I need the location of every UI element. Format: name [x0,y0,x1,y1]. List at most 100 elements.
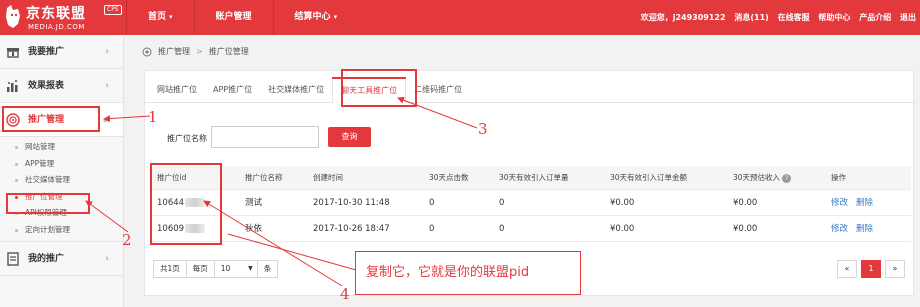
annotation-box-chat-tab [341,69,417,107]
col-header: 30天点击数 [429,173,469,182]
top-nav: 首页 ▾ 账户管理 结算中心 ▾ [126,0,358,35]
search-label: 推广位名称 [167,134,207,143]
col-header: 30天预估收入 [733,173,781,182]
annotation-callout: 复制它，它就是你的联盟pid [355,251,581,295]
sidebar-group-label: 我的推广 [28,254,65,264]
nav-settlement[interactable]: 结算中心 ▾ [272,0,359,35]
sidebar-item-app[interactable]: APP管理 [0,156,123,173]
per-page-label: 每页 [185,260,215,278]
annotation-box-adslot [6,193,90,214]
sidebar-item-social[interactable]: 社交媒体管理 [0,172,123,189]
messages-link[interactable]: 消息(11) [734,13,768,22]
edit-link[interactable]: 修改 [831,224,848,234]
col-header: 30天有效引入订单量 [499,173,569,182]
sidebar-group-my[interactable]: 我的推广 › [0,242,123,276]
bullet-icon [15,179,18,182]
sidebar-item-label: 定向计划管理 [25,224,70,234]
help-center-link[interactable]: 帮助中心 [818,13,850,22]
logout-link[interactable]: 退出 [900,13,916,22]
clicks: 0 [429,224,435,234]
logo-text: 京东联盟 [26,6,86,22]
pagination: « 1 » [833,260,905,278]
edit-link[interactable]: 修改 [831,198,848,208]
col-header: 30天有效引入订单金额 [610,173,688,182]
chevron-right-icon: › [105,81,109,91]
table-row: 10609 秋依 2017-10-26 18:47 0 0 ¥0.00 ¥0.0… [149,216,911,242]
delete-link[interactable]: 删除 [856,224,873,234]
chevron-down-icon: ▾ [333,13,338,21]
created-time: 2017-10-30 11:48 [313,198,390,208]
home-icon[interactable] [142,47,152,57]
sidebar-item-site[interactable]: 网站管理 [0,139,123,156]
adslot-table: 推广位id 推广位名称 创建时间 30天点击数 30天有效引入订单量 30天有效… [149,166,911,242]
sidebar-item-label: APP管理 [25,158,55,168]
clicks: 0 [429,198,435,208]
chevron-right-icon: › [105,47,109,57]
nav-account[interactable]: 账户管理 [193,0,273,35]
annotation-number-4: 4 [340,285,350,303]
row-actions: 修改 删除 [831,190,881,215]
jd-union-logo[interactable]: 京东联盟 CPS MEDIA.JD.COM [0,0,126,35]
help-icon[interactable]: ? [782,173,792,183]
est-income: ¥0.00 [733,198,758,208]
sidebar-item-targeted[interactable]: 定向计划管理 [0,222,123,239]
breadcrumb-separator-icon: > [196,47,203,56]
logo-domain: MEDIA.JD.COM [28,23,85,31]
nav-home[interactable]: 首页 ▾ [126,0,194,35]
sidebar: 我要推广 › 效果报表 › 推广管理 ⌄ 网站管理 APP管理 社交媒体管理 推… [0,35,124,307]
list-icon [7,252,19,266]
nav-account-label: 账户管理 [215,12,252,22]
welcome-text: 欢迎您，j249309122 [640,13,726,22]
nav-settlement-label: 结算中心 [294,12,331,22]
col-header: 操作 [831,173,846,182]
sidebar-group-promote[interactable]: 我要推广 › [0,35,123,69]
annotation-number-1: 1 [148,108,158,126]
total-pages: 共1页 [153,260,187,278]
col-header: 创建时间 [313,173,343,182]
annotation-number-3: 3 [478,120,488,138]
annotation-box-id-column [150,163,222,245]
order-amount: ¥0.00 [610,224,635,234]
adslot-tabs: 网站推广位 APP推广位 社交媒体推广位 聊天工具推广位 二维码推广位 [145,77,915,104]
tab-social[interactable]: 社交媒体推广位 [260,77,332,103]
nav-home-label: 首页 [148,12,167,22]
breadcrumb-current: 推广位管理 [208,47,249,56]
breadcrumb-root[interactable]: 推广管理 [158,46,190,57]
tab-website[interactable]: 网站推广位 [149,77,205,103]
tab-app[interactable]: APP推广位 [205,77,260,103]
sidebar-item-label: 网站管理 [25,142,55,151]
chevron-down-icon: ▼ [248,265,253,272]
bar-chart-icon [7,80,18,92]
top-bar: 京东联盟 CPS MEDIA.JD.COM 首页 ▾ 账户管理 结算中心 ▾ 欢迎您… [0,0,920,35]
sidebar-group-reports[interactable]: 效果报表 › [0,69,123,103]
logo-badge: CPS [104,5,122,15]
created-time: 2017-10-26 18:47 [313,224,390,234]
chevron-down-icon: ▾ [169,13,173,21]
est-income: ¥0.00 [733,224,758,234]
adslot-name-input[interactable] [211,126,319,148]
annotation-box-manage [2,106,100,132]
query-button[interactable]: 查询 [328,127,371,147]
sidebar-group-label: 我要推广 [28,47,65,57]
sidebar-sub-list: 网站管理 APP管理 社交媒体管理 推广位管理 API权限管理 定向计划管理 [0,137,123,242]
sidebar-group-label: 效果报表 [28,81,65,91]
per-page-unit: 条 [256,260,279,278]
adslot-name: 测试 [245,198,263,208]
delete-link[interactable]: 删除 [856,198,873,208]
online-service-link[interactable]: 在线客服 [778,13,810,22]
next-page-button[interactable]: » [885,260,905,278]
user-bar: 欢迎您，j249309122 消息(11) 在线客服 帮助中心 产品介绍 退出 [635,0,916,35]
page-size-select[interactable]: 10 ▼ [213,260,258,278]
chevron-down-icon: ⌄ [101,115,109,125]
order-amount: ¥0.00 [610,198,635,208]
page-size-control: 共1页 每页 10 ▼ 条 [153,260,279,278]
row-actions: 修改 删除 [831,216,881,241]
adslot-name: 秋依 [245,224,263,234]
col-header: 推广位名称 [245,173,283,182]
product-intro-link[interactable]: 产品介绍 [859,13,891,22]
orders: 0 [499,224,505,234]
page-1-button[interactable]: 1 [861,260,881,278]
col-header-income: 30天预估收入? [733,166,792,189]
prev-page-button[interactable]: « [837,260,857,278]
orders: 0 [499,198,505,208]
